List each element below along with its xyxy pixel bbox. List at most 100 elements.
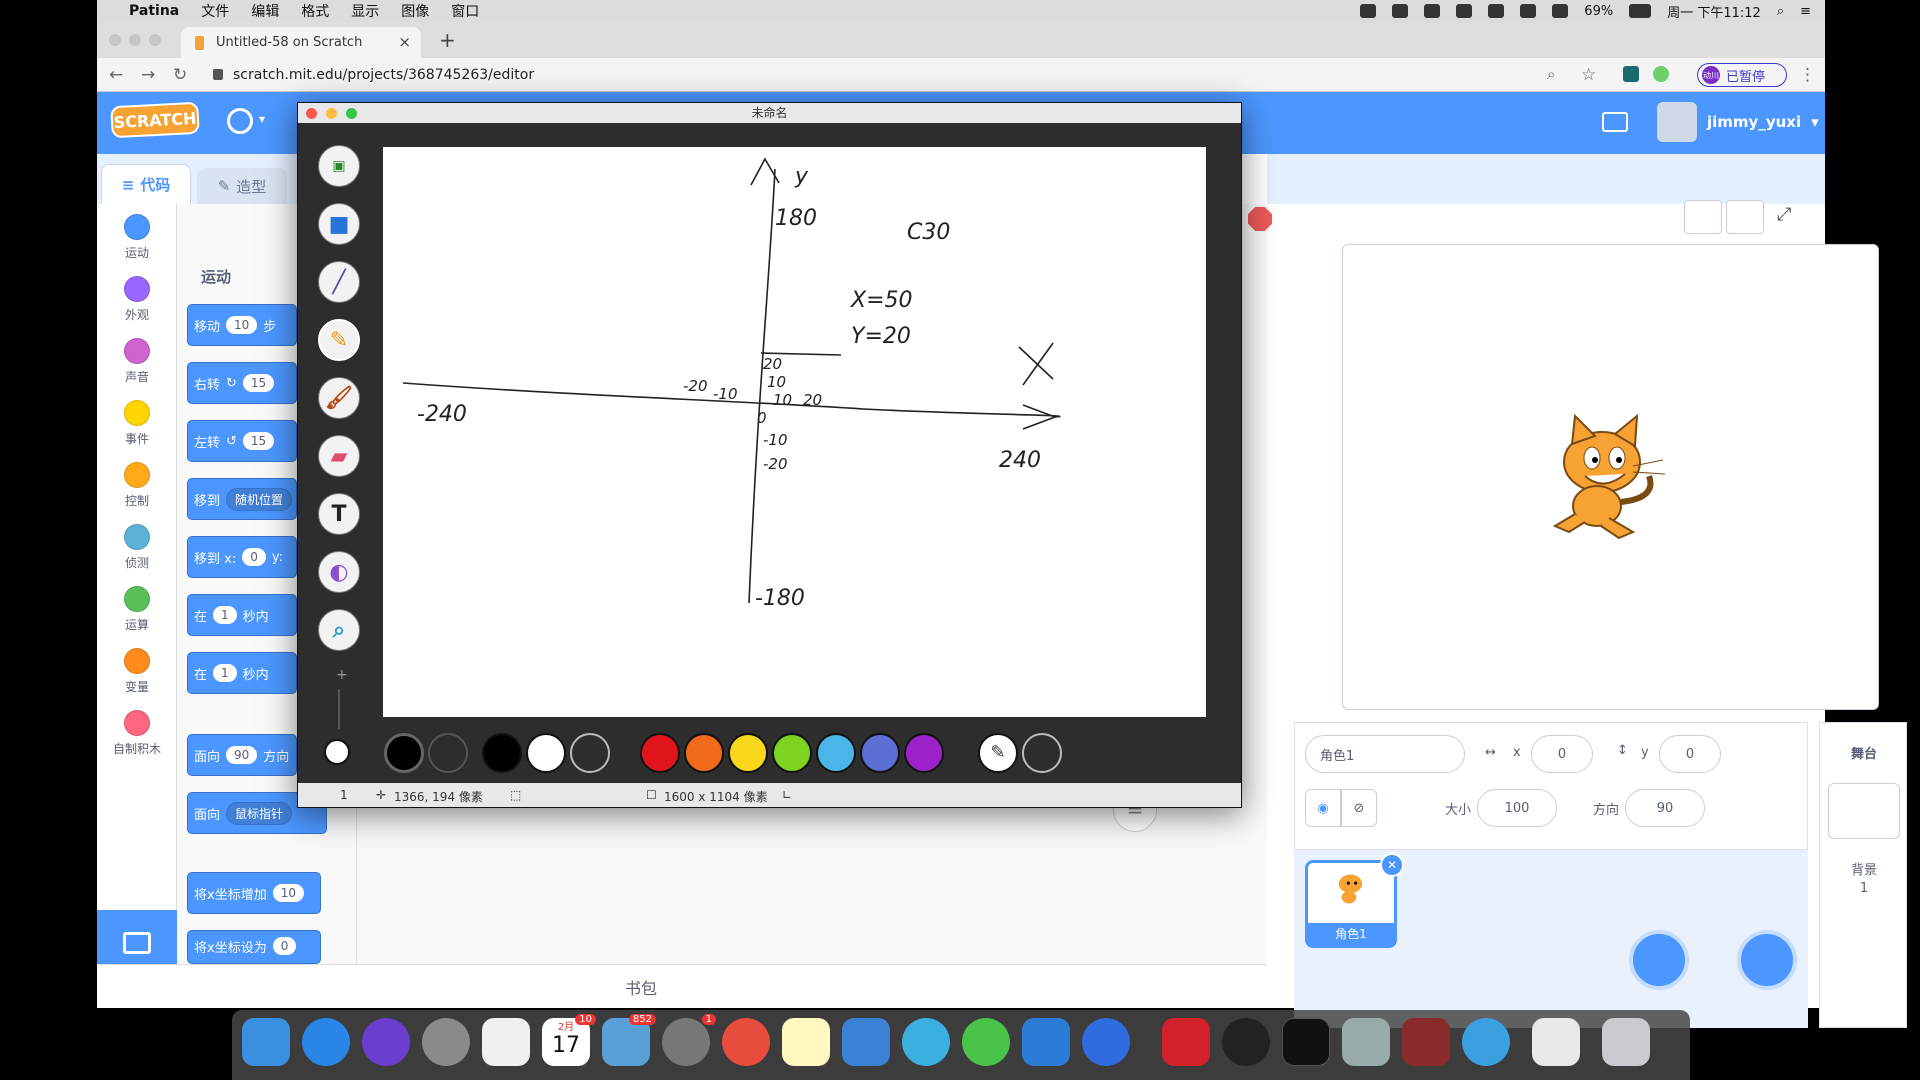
system-preferences-icon[interactable]: 1 [662,1014,716,1066]
menu-image[interactable]: 图像 [401,1,429,21]
category-sound[interactable]: 声音 [97,338,177,385]
extension-2-icon[interactable] [1653,66,1669,82]
block-goto-xy[interactable]: 移到 x: 0 y: [187,536,297,578]
menu-list-icon[interactable]: ≡ [1800,4,1811,19]
block-input[interactable]: 0 [272,937,297,955]
siri-icon[interactable] [362,1018,410,1066]
block-input[interactable]: 0 [242,548,266,566]
zoom-tool-icon[interactable]: ⌕ [318,609,360,651]
wechat-icon[interactable] [962,1018,1010,1066]
block-point-direction[interactable]: 面向 90 方向 [187,734,297,776]
line-tool-icon[interactable]: ╱ [318,261,360,303]
add-sprite-button[interactable] [1629,930,1689,990]
category-control[interactable]: 控制 [97,462,177,509]
menu-edit[interactable]: 编辑 [251,1,279,21]
spotlight-icon[interactable]: ⌕ [1777,4,1784,19]
stage-panel[interactable]: 舞台 背景 1 [1819,722,1907,1028]
primary-color-swatch[interactable] [324,739,350,765]
mail-icon[interactable]: 852 [602,1014,656,1066]
brush-tool-icon[interactable]: 🖌 [318,377,360,419]
forward-arrow-icon[interactable]: → [141,65,155,85]
backpack[interactable]: 书包 [97,964,1267,1008]
calendar-icon[interactable]: 2月 17 10 [542,1014,596,1066]
trash-icon[interactable] [1602,1018,1650,1066]
sprite-tile[interactable]: 角色1 ✕ [1305,853,1404,948]
block-turn-right[interactable]: 右转 ↻ 15 [187,362,297,404]
safari-icon[interactable] [302,1018,350,1066]
pencil-tool-icon[interactable]: ✎ [318,319,360,361]
block-input[interactable]: 90 [226,746,258,764]
current-stroke-swatch[interactable] [384,733,424,773]
current-fill-swatch[interactable] [428,733,468,773]
sprite-name-input[interactable]: 角色1 [1305,735,1465,773]
eyedropper-icon[interactable]: ✎ [978,733,1018,773]
x-input[interactable]: 0 [1531,735,1593,773]
bookmark-star-icon[interactable]: ☆ [1581,65,1596,85]
show-sprite-eye-icon[interactable]: ◉ [1305,789,1341,827]
block-glide[interactable]: 在 1 秒内 [187,594,297,636]
swatch-yellow[interactable] [728,733,768,773]
category-looks[interactable]: 外观 [97,276,177,323]
swatch-red[interactable] [640,733,680,773]
menubar-clock[interactable]: 周一 下午11:12 [1667,2,1761,21]
swatch-purple[interactable] [904,733,944,773]
browser-menu-icon[interactable]: ⋮ [1799,65,1816,85]
menu-file[interactable]: 文件 [201,1,229,21]
teamviewer-icon[interactable] [1082,1018,1130,1066]
back-arrow-icon[interactable]: ← [109,65,123,85]
account-menu[interactable]: jimmy_yuxi ▾ [1657,102,1819,142]
wechat-status-icon[interactable] [1360,4,1377,18]
browser-tab[interactable]: Untitled-58 on Scratch × [181,27,421,58]
block-input[interactable]: 10 [272,884,304,902]
menu-view[interactable]: 显示 [351,1,379,21]
qq-icon[interactable] [1222,1018,1270,1066]
block-input[interactable]: 15 [242,432,275,450]
new-tab-button[interactable]: + [439,28,456,52]
dictionary-icon[interactable] [1402,1018,1450,1066]
swatch-green[interactable] [772,733,812,773]
block-dropdown[interactable]: 鼠标指针 [226,801,293,825]
menu-app-name[interactable]: Patina [129,3,179,19]
close-window-button[interactable] [306,108,317,119]
address-bar[interactable]: scratch.mit.edu/projects/368745263/edito… [213,67,534,83]
fullscreen-icon[interactable]: ⤢ [1777,204,1791,225]
drawing-canvas[interactable]: y 180 C30 X=50 Y=20 -240 240 -180 X -20 … [383,147,1206,717]
youdao-icon[interactable] [1162,1018,1210,1066]
photo-slideshow-icon[interactable] [1342,1018,1390,1066]
xcode-icon[interactable] [842,1018,890,1066]
block-set-x[interactable]: 将x坐标设为 0 [187,930,321,964]
volume-icon[interactable] [1552,4,1569,18]
direction-input[interactable]: 90 [1625,789,1705,827]
category-variables[interactable]: 变量 [97,648,177,695]
close-tab-icon[interactable]: × [398,33,411,51]
scratch-logo[interactable]: SCRATCH [110,101,200,139]
large-stage-button[interactable] [1726,200,1764,234]
tab-costumes[interactable]: ✎ 造型 [197,168,287,204]
bell-status-icon[interactable] [1424,4,1441,18]
block-input[interactable]: 1 [213,606,237,624]
zoom-window-button[interactable] [346,108,357,119]
swatch-light-blue[interactable] [816,733,856,773]
battery-icon[interactable] [1629,4,1652,18]
swatch-black[interactable] [482,733,522,773]
block-goto[interactable]: 移到 随机位置 [187,478,297,520]
block-glide-xy[interactable]: 在 1 秒内 [187,652,297,694]
menu-format[interactable]: 格式 [301,1,329,21]
block-move-steps[interactable]: 移动 10 步 [187,304,297,346]
hide-sprite-eye-icon[interactable]: ⊘ [1341,789,1377,827]
scratch-cat-sprite[interactable] [1537,414,1677,544]
terminal-icon[interactable] [1282,1018,1330,1066]
custom-color-swatch[interactable] [1022,733,1062,773]
chevron-down-icon[interactable]: ▾ [259,112,265,126]
block-input[interactable]: 1 [213,664,237,682]
notes-icon[interactable] [782,1018,830,1066]
minimize-window-button[interactable] [129,34,141,46]
screen-window-icon[interactable] [1532,1018,1580,1066]
hbuilder-icon[interactable] [902,1018,950,1066]
close-window-button[interactable] [109,34,121,46]
y-input[interactable]: 0 [1659,735,1721,773]
search-status-icon[interactable] [1456,4,1473,18]
finder-icon[interactable] [242,1018,290,1066]
add-backdrop-button[interactable] [1737,930,1797,990]
rectangle-tool-icon[interactable]: ■ [318,203,360,245]
